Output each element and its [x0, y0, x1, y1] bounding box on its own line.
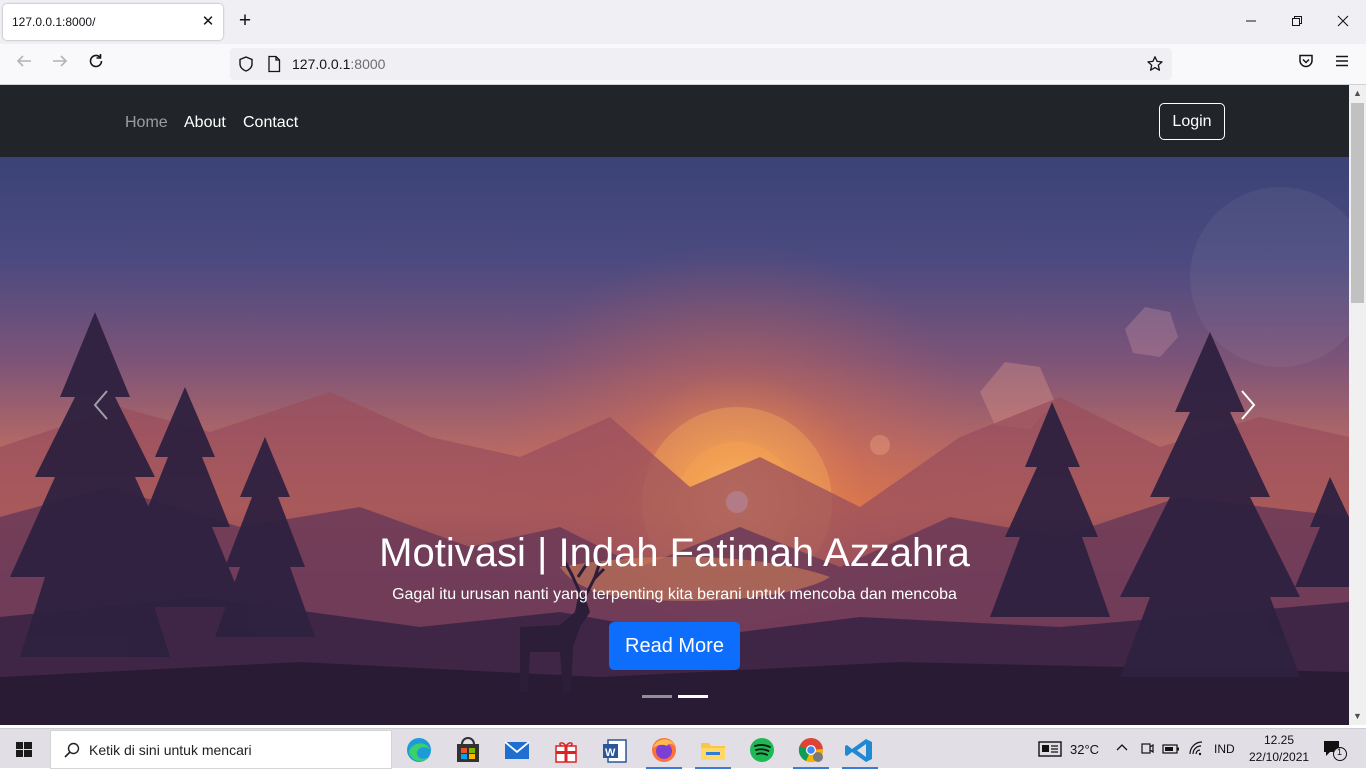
- hero-title: Motivasi | Indah Fatimah Azzahra: [379, 531, 970, 575]
- restore-button[interactable]: [1283, 8, 1311, 36]
- chevron-up-icon[interactable]: [1115, 741, 1129, 760]
- browser-tab-strip: 127.0.0.1:8000/ ✕ +: [0, 0, 1366, 44]
- carousel-next-button[interactable]: [1233, 385, 1263, 425]
- page-scrollbar[interactable]: ▲ ▼: [1349, 85, 1366, 725]
- forward-icon[interactable]: [48, 52, 72, 76]
- reload-icon[interactable]: [84, 52, 108, 76]
- hero-carousel: Motivasi | Indah Fatimah Azzahra Gagal i…: [0, 157, 1349, 725]
- scroll-up-icon[interactable]: ▲: [1349, 85, 1366, 102]
- page-icon[interactable]: [266, 55, 282, 78]
- scroll-thumb[interactable]: [1351, 103, 1364, 303]
- minimize-button[interactable]: [1237, 8, 1265, 36]
- read-more-button[interactable]: Read More: [609, 622, 740, 670]
- carousel-prev-button[interactable]: [86, 385, 116, 425]
- site-navbar: Home About Contact Login: [0, 85, 1349, 157]
- notification-icon[interactable]: 1: [1322, 739, 1348, 766]
- tab-title: 127.0.0.1:8000/: [12, 15, 96, 29]
- clock-time: 12.25: [1264, 733, 1295, 747]
- pocket-icon[interactable]: [1294, 52, 1318, 76]
- url-text[interactable]: 127.0.0.1:8000: [292, 56, 385, 72]
- word-icon[interactable]: W: [593, 732, 637, 769]
- nav-link-about[interactable]: About: [184, 114, 226, 132]
- menu-icon[interactable]: [1330, 52, 1354, 76]
- browser-toolbar: 127.0.0.1:8000: [0, 44, 1366, 85]
- web-page: Home About Contact Login Motivasi | Inda…: [0, 85, 1349, 725]
- tab-close-icon[interactable]: ✕: [199, 13, 217, 31]
- close-window-button[interactable]: [1329, 8, 1357, 36]
- weather-temperature[interactable]: 32°C: [1070, 742, 1099, 757]
- carousel-indicator-1[interactable]: [642, 695, 672, 698]
- scroll-down-icon[interactable]: ▼: [1349, 708, 1366, 725]
- browser-tab[interactable]: 127.0.0.1:8000/ ✕: [3, 4, 223, 40]
- search-icon: [63, 741, 81, 764]
- nav-link-contact[interactable]: Contact: [243, 114, 298, 132]
- url-host: 127.0.0.1: [292, 56, 351, 72]
- svg-text:W: W: [605, 747, 616, 759]
- taskbar-search[interactable]: Ketik di sini untuk mencari: [50, 730, 392, 769]
- chevron-right-icon: [1241, 390, 1256, 420]
- back-icon[interactable]: [12, 52, 36, 76]
- spotify-icon[interactable]: [740, 732, 784, 769]
- chevron-left-icon: [93, 390, 108, 420]
- vscode-icon[interactable]: [838, 732, 882, 769]
- bookmark-star-icon[interactable]: [1146, 55, 1164, 78]
- search-placeholder: Ketik di sini untuk mencari: [89, 742, 252, 758]
- firefox-icon[interactable]: [642, 732, 686, 769]
- edge-icon[interactable]: [397, 732, 441, 769]
- login-button[interactable]: Login: [1159, 103, 1225, 140]
- language-indicator[interactable]: IND: [1214, 742, 1235, 756]
- weather-icon[interactable]: [1038, 741, 1062, 762]
- file-explorer-icon[interactable]: [691, 732, 735, 769]
- mail-icon[interactable]: [495, 732, 539, 769]
- clock-date: 22/10/2021: [1249, 750, 1310, 764]
- hero-subtitle: Gagal itu urusan nanti yang terpenting k…: [392, 586, 957, 603]
- url-port: :8000: [350, 56, 386, 72]
- notification-count: 1: [1337, 747, 1343, 757]
- nav-link-home[interactable]: Home: [125, 114, 168, 132]
- windows-taskbar: Ketik di sini untuk mencari W 32°C IND 1…: [0, 728, 1366, 769]
- windows-logo-icon: [16, 742, 32, 757]
- store-icon[interactable]: [446, 732, 490, 769]
- clock[interactable]: 12.25 22/10/2021: [1248, 731, 1310, 767]
- shield-icon[interactable]: [237, 55, 255, 78]
- battery-icon[interactable]: [1162, 742, 1180, 761]
- start-button[interactable]: [0, 729, 48, 769]
- meet-now-icon[interactable]: [1139, 741, 1155, 762]
- chrome-icon[interactable]: [789, 732, 833, 769]
- url-bar[interactable]: 127.0.0.1:8000: [230, 48, 1172, 80]
- carousel-indicator-2[interactable]: [678, 695, 708, 698]
- wifi-icon[interactable]: [1188, 741, 1204, 762]
- gift-icon[interactable]: [544, 732, 588, 769]
- new-tab-button[interactable]: +: [234, 10, 256, 33]
